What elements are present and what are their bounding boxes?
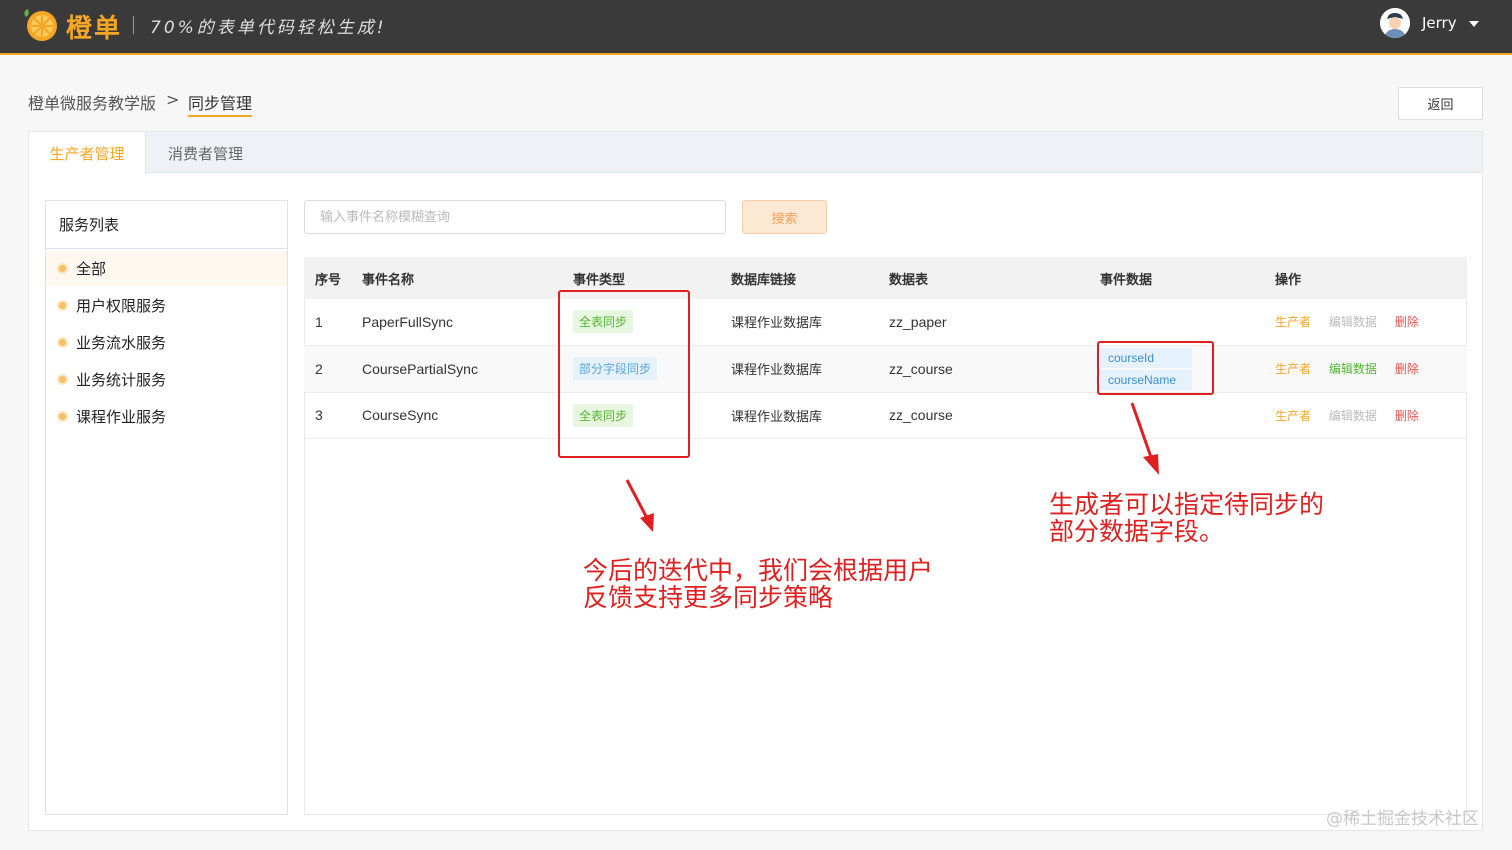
row-table-name: zz_paper — [889, 313, 947, 330]
service-item-label: 用户权限服务 — [76, 297, 167, 315]
delete-button[interactable]: 删除 — [1395, 409, 1419, 423]
annotation-right: 生成者可以指定待同步的 部分数据字段。 — [1049, 491, 1324, 545]
column-header-db: 数据库链接 — [731, 272, 797, 288]
annotation-line: 部分数据字段。 — [1049, 517, 1225, 546]
service-item-label: 业务流水服务 — [76, 334, 167, 352]
row-event-name: CourseSync — [362, 407, 439, 423]
annotation-line: 反馈支持更多同步策略 — [583, 583, 834, 612]
edit-data-button: 编辑数据 — [1328, 315, 1377, 330]
username[interactable]: Jerry — [1422, 14, 1457, 32]
column-header-index: 序号 — [315, 272, 342, 288]
column-header-table: 数据表 — [889, 272, 929, 288]
radio-dot-icon — [57, 300, 68, 311]
producer-button[interactable]: 生产者 — [1275, 409, 1311, 423]
row-index: 1 — [315, 313, 323, 330]
table-row: 3 CourseSync 全表同步 课程作业数据库 zz_course 生产者 … — [304, 392, 1467, 438]
chevron-down-icon[interactable] — [1469, 21, 1479, 27]
user-avatar-icon — [1380, 8, 1410, 38]
producer-button[interactable]: 生产者 — [1275, 362, 1311, 376]
service-item-user-auth[interactable]: 用户权限服务 — [46, 288, 287, 323]
service-item-course[interactable]: 课程作业服务 — [46, 399, 287, 434]
avatar[interactable] — [1380, 8, 1410, 38]
tab-producer[interactable]: 生产者管理 — [29, 132, 146, 174]
tab-bar: 生产者管理 消费者管理 — [29, 132, 1482, 174]
service-item-label: 业务统计服务 — [76, 371, 167, 389]
radio-dot-icon — [57, 374, 68, 385]
row-event-name: CoursePartialSync — [362, 360, 478, 377]
highlight-box-type — [558, 290, 690, 458]
event-table: 序号 事件名称 事件类型 数据库链接 数据表 事件数据 操作 1 PaperFu… — [304, 257, 1467, 439]
service-item-stats[interactable]: 业务统计服务 — [46, 362, 287, 397]
producer-button[interactable]: 生产者 — [1275, 315, 1311, 329]
row-index: 3 — [315, 407, 323, 423]
radio-dot-icon — [57, 337, 68, 348]
orange-logo-icon — [24, 9, 57, 41]
service-list: 服务列表 全部 用户权限服务 业务流水服务 业务统计服务 课程作业服务 — [45, 200, 288, 815]
delete-button[interactable]: 删除 — [1395, 362, 1419, 376]
row-db-link: 课程作业数据库 — [731, 316, 823, 332]
row-event-name: PaperFullSync — [362, 313, 454, 330]
annotation-left: 今后的迭代中，我们会根据用户 反馈支持更多同步策略 — [583, 557, 933, 611]
main-card: 生产者管理 消费者管理 服务列表 全部 用户权限服务 业务流水服务 业务统计服务… — [28, 131, 1483, 831]
service-item-all[interactable]: 全部 — [46, 251, 287, 286]
arrow-down-icon — [625, 479, 654, 532]
header-divider — [133, 16, 134, 34]
brand-name: 橙单 — [66, 14, 123, 44]
column-header-fields: 事件数据 — [1100, 272, 1153, 288]
radio-dot-icon — [57, 411, 68, 422]
arrow-down-icon — [1130, 402, 1159, 475]
edit-data-button: 编辑数据 — [1328, 408, 1377, 423]
row-db-link: 课程作业数据库 — [731, 409, 823, 425]
delete-button[interactable]: 删除 — [1395, 315, 1419, 329]
top-bar: 橙单 70%的表单代码轻松生成! Jerry — [0, 0, 1512, 55]
row-table-name: zz_course — [889, 407, 953, 423]
breadcrumb-parent[interactable]: 橙单微服务教学版 — [28, 90, 156, 114]
back-button[interactable]: 返回 — [1398, 87, 1483, 120]
search-input[interactable] — [304, 200, 726, 234]
row-index: 2 — [315, 360, 323, 377]
search-button[interactable]: 搜索 — [742, 200, 827, 234]
highlight-box-fields — [1097, 341, 1214, 395]
annotation-line: 生成者可以指定待同步的 — [1049, 490, 1325, 519]
slogan: 70%的表单代码轻松生成! — [150, 18, 387, 38]
table-header-row: 序号 事件名称 事件类型 数据库链接 数据表 事件数据 操作 — [304, 257, 1467, 299]
column-header-ops: 操作 — [1275, 272, 1302, 288]
edit-data-button[interactable]: 编辑数据 — [1329, 362, 1377, 376]
table-row: 2 CoursePartialSync 部分字段同步 课程作业数据库 zz_co… — [304, 345, 1467, 392]
column-header-name: 事件名称 — [362, 272, 415, 288]
breadcrumb-current: 同步管理 — [188, 90, 253, 117]
breadcrumb-separator-icon: > — [166, 90, 180, 109]
tab-consumer[interactable]: 消费者管理 — [147, 132, 264, 174]
row-event-fields — [1100, 299, 1275, 345]
watermark: @稀土掘金技术社区 — [1326, 809, 1479, 829]
service-item-label: 全部 — [76, 260, 107, 278]
row-db-link: 课程作业数据库 — [731, 363, 823, 378]
row-table-name: zz_course — [889, 360, 953, 377]
service-item-label: 课程作业服务 — [76, 408, 167, 426]
table-row: 1 PaperFullSync 全表同步 课程作业数据库 zz_paper 生产… — [304, 299, 1467, 345]
service-item-flow[interactable]: 业务流水服务 — [46, 325, 287, 360]
radio-dot-icon — [57, 263, 68, 274]
service-list-title: 服务列表 — [46, 201, 287, 249]
annotation-line: 今后的迭代中，我们会根据用户 — [583, 556, 934, 585]
